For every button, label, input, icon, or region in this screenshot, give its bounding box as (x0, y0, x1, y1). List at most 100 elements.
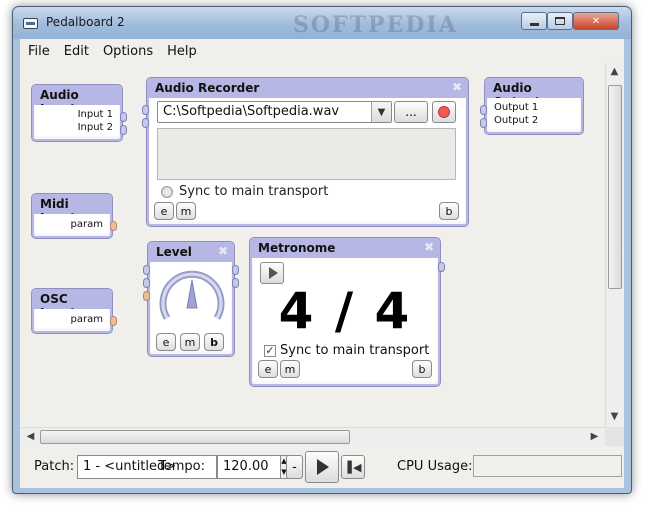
play-button[interactable] (305, 451, 339, 483)
metronome-play-button[interactable] (260, 262, 284, 284)
node-body: param (35, 309, 109, 328)
node-osc-input[interactable]: OSC Input param (31, 288, 117, 334)
bypass-button[interactable]: b (439, 202, 459, 220)
output-port[interactable] (120, 125, 127, 135)
node-title: Audio Output (485, 78, 583, 109)
horizontal-scrollbar[interactable]: ◀ ▶ (20, 427, 605, 446)
rewind-button[interactable]: ▌◀ (341, 455, 365, 479)
sync-checkbox[interactable]: ✓ (264, 344, 276, 357)
sync-radio[interactable] (161, 185, 173, 198)
tempo-decrease-button[interactable]: - (286, 455, 303, 479)
play-icon (317, 459, 329, 475)
input-port[interactable] (480, 105, 487, 115)
node-body: param (35, 214, 109, 233)
output-port[interactable] (120, 112, 127, 122)
tempo-value: 120.00 (223, 459, 269, 474)
menu-help[interactable]: Help (160, 44, 204, 59)
transport-bar: Patch: 1 - <untitled> Tempo: 120.00 ▲ ▼ -… (20, 446, 624, 488)
port-label: Input 2 (77, 122, 113, 133)
scroll-left-icon[interactable]: ◀ (22, 431, 39, 442)
mappings-button[interactable]: m (180, 333, 200, 351)
maximize-button[interactable] (547, 12, 573, 30)
output-port[interactable] (110, 221, 117, 231)
edit-button[interactable]: e (258, 360, 278, 378)
minimize-icon (529, 22, 539, 26)
node-body: Output 1 Output 2 (488, 98, 580, 129)
tempo-label: Tempo: (158, 459, 205, 474)
waveform-display (157, 128, 456, 180)
close-icon[interactable]: ✖ (218, 244, 228, 258)
minimize-button[interactable] (521, 12, 547, 30)
title-bar[interactable]: Pedalboard 2 SOFTPEDIA ✕ (13, 7, 631, 39)
node-audio-input[interactable]: Audio Input Input 1 Input 2 (31, 84, 127, 142)
output-port[interactable] (438, 262, 445, 272)
sync-option[interactable]: ✓ Sync to main transport (264, 343, 429, 358)
node-audio-recorder[interactable]: Audio Recorder ✖ C:\Softpedia\Softpedia.… (142, 77, 469, 227)
input-port[interactable] (480, 118, 487, 128)
close-window-button[interactable]: ✕ (573, 12, 619, 30)
close-icon[interactable]: ✖ (452, 80, 462, 94)
maximize-icon (555, 17, 565, 25)
menu-file[interactable]: File (20, 44, 57, 59)
close-icon[interactable]: ✖ (424, 240, 434, 254)
cpu-usage-label: CPU Usage: (397, 459, 473, 474)
node-title: OSC Input (32, 289, 112, 320)
rewind-icon: ▌◀ (347, 460, 362, 474)
input-port[interactable] (142, 105, 149, 115)
node-audio-output[interactable]: Audio Output Output 1 Output 2 (480, 77, 584, 135)
output-port[interactable] (232, 265, 239, 275)
node-level[interactable]: Level ✖ e m b (143, 241, 239, 357)
menu-options[interactable]: Options (96, 44, 160, 59)
node-title: Metronome (250, 238, 440, 258)
scroll-up-icon[interactable]: ▲ (606, 66, 623, 77)
browse-button[interactable]: ... (394, 101, 428, 123)
cpu-usage-meter (473, 455, 622, 477)
mappings-button[interactable]: m (280, 360, 300, 378)
port-label: param (70, 314, 103, 325)
horizontal-scroll-thumb[interactable] (40, 430, 350, 444)
port-label: Output 1 (494, 102, 539, 113)
scroll-down-icon[interactable]: ▼ (606, 411, 623, 422)
menu-edit[interactable]: Edit (57, 44, 96, 59)
time-signature-display: 4 / 4 (278, 282, 412, 340)
file-path-value: C:\Softpedia\Softpedia.wav (163, 104, 340, 119)
output-port[interactable] (110, 316, 117, 326)
bypass-button[interactable]: b (204, 333, 224, 351)
window-title: Pedalboard 2 (46, 15, 125, 29)
tempo-field[interactable]: 120.00 (217, 455, 281, 479)
patch-canvas[interactable]: Audio Input Input 1 Input 2 Midi Input p… (20, 63, 605, 427)
vertical-scrollbar[interactable]: ▲ ▼ (605, 63, 624, 427)
param-port[interactable] (143, 291, 150, 301)
edit-button[interactable]: e (154, 202, 174, 220)
watermark: SOFTPEDIA (293, 12, 458, 38)
bypass-button[interactable]: b (412, 360, 432, 378)
patch-label: Patch: (34, 459, 75, 474)
input-port[interactable] (143, 278, 150, 288)
port-label: Input 1 (77, 109, 113, 120)
sync-label: Sync to main transport (280, 343, 430, 358)
output-port[interactable] (232, 278, 239, 288)
input-port[interactable] (142, 118, 149, 128)
client-area: File Edit Options Help Audio Input Input… (20, 39, 624, 488)
input-port[interactable] (143, 265, 150, 275)
node-metronome[interactable]: Metronome ✖ 4 / 4 ✓ Sync to main transpo… (249, 237, 445, 387)
level-dial[interactable] (159, 266, 225, 324)
vertical-scroll-thumb[interactable] (608, 85, 622, 289)
chevron-down-icon[interactable]: ▼ (371, 102, 391, 122)
node-title: Audio Recorder (147, 78, 468, 98)
mappings-button[interactable]: m (176, 202, 196, 220)
menu-bar: File Edit Options Help (20, 39, 624, 63)
port-label: Output 2 (494, 115, 539, 126)
node-title: Midi Input (32, 194, 112, 225)
scroll-corner (605, 427, 624, 446)
node-midi-input[interactable]: Midi Input param (31, 193, 117, 239)
file-path-combo[interactable]: C:\Softpedia\Softpedia.wav ▼ (157, 101, 392, 123)
edit-button[interactable]: e (156, 333, 176, 351)
node-body: Input 1 Input 2 (35, 105, 119, 136)
sync-option[interactable]: Sync to main transport (161, 184, 328, 199)
record-button[interactable] (432, 101, 456, 123)
port-label: param (70, 219, 103, 230)
record-icon (438, 106, 450, 118)
node-title: Audio Input (32, 85, 122, 116)
scroll-right-icon[interactable]: ▶ (586, 431, 603, 442)
